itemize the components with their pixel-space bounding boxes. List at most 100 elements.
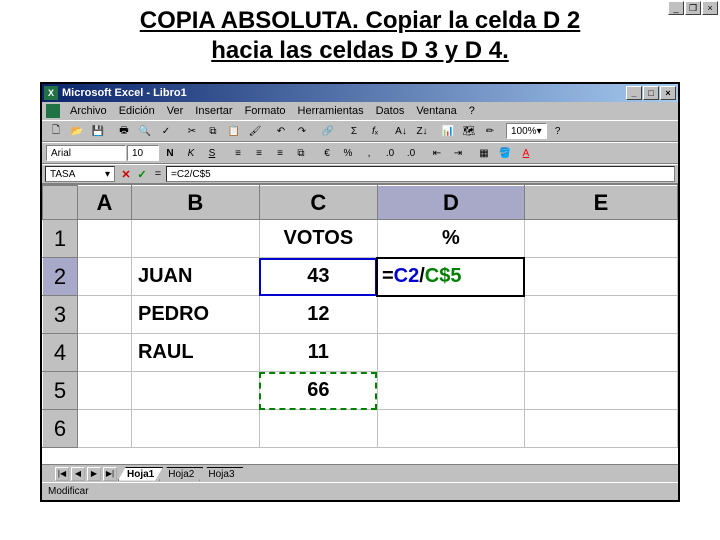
cell-c2[interactable]: 43 — [259, 258, 377, 296]
maximize-button[interactable]: □ — [643, 86, 659, 100]
underline-icon[interactable]: S — [202, 144, 222, 162]
chart-icon[interactable]: 📊 — [438, 122, 458, 140]
link-icon[interactable]: 🔗 — [318, 122, 338, 140]
menu-formato[interactable]: Formato — [240, 104, 291, 118]
cell-e1[interactable] — [524, 220, 677, 258]
save-icon[interactable]: 💾 — [88, 122, 108, 140]
select-all-corner[interactable] — [43, 186, 78, 220]
sort-asc-icon[interactable]: A↓ — [391, 122, 411, 140]
cell-b2[interactable]: JUAN — [131, 258, 259, 296]
print-icon[interactable]: 🖶 — [114, 122, 134, 140]
tab-nav-next-icon[interactable]: ▶ — [87, 467, 101, 481]
menu-ventana[interactable]: Ventana — [411, 104, 461, 118]
cell-e5[interactable] — [524, 372, 677, 410]
percent-icon[interactable]: % — [338, 144, 358, 162]
copy-icon[interactable]: ⧉ — [203, 122, 223, 140]
confirm-edit-icon[interactable]: ✓ — [134, 166, 150, 182]
cell-c5[interactable]: 66 — [259, 372, 377, 410]
help-icon[interactable]: ? — [548, 122, 568, 140]
tab-nav-last-icon[interactable]: ▶| — [103, 467, 117, 481]
cell-b6[interactable] — [131, 410, 259, 448]
currency-icon[interactable]: € — [317, 144, 337, 162]
cell-e3[interactable] — [524, 296, 677, 334]
cell-b1[interactable] — [131, 220, 259, 258]
tab-nav-first-icon[interactable]: |◀ — [55, 467, 69, 481]
font-name-box[interactable]: Arial — [46, 145, 126, 161]
cell-d1[interactable]: % — [377, 220, 524, 258]
fill-color-icon[interactable]: 🪣 — [495, 144, 515, 162]
menu-ayuda[interactable]: ? — [464, 104, 480, 118]
cell-b4[interactable]: RAUL — [131, 334, 259, 372]
cell-d4[interactable] — [377, 334, 524, 372]
cell-d5[interactable] — [377, 372, 524, 410]
row-header-1[interactable]: 1 — [43, 220, 78, 258]
menu-archivo[interactable]: Archivo — [65, 104, 112, 118]
cell-b5[interactable] — [131, 372, 259, 410]
sheet-tab-hoja1[interactable]: Hoja1 — [118, 467, 163, 481]
sum-icon[interactable]: Σ — [344, 122, 364, 140]
menu-datos[interactable]: Datos — [371, 104, 410, 118]
align-left-icon[interactable]: ≡ — [228, 144, 248, 162]
cell-a5[interactable] — [77, 372, 131, 410]
zoom-box[interactable]: 100% ▾ — [506, 123, 547, 139]
col-header-b[interactable]: B — [131, 186, 259, 220]
undo-icon[interactable]: ↶ — [271, 122, 291, 140]
cell-e4[interactable] — [524, 334, 677, 372]
name-box[interactable]: TASA ▾ — [45, 166, 115, 182]
menu-edicion[interactable]: Edición — [114, 104, 160, 118]
sort-desc-icon[interactable]: Z↓ — [412, 122, 432, 140]
cell-a4[interactable] — [77, 334, 131, 372]
bold-icon[interactable]: N — [160, 144, 180, 162]
font-size-box[interactable]: 10 — [127, 145, 159, 161]
cell-e6[interactable] — [524, 410, 677, 448]
cell-b3[interactable]: PEDRO — [131, 296, 259, 334]
map-icon[interactable]: 🗺 — [459, 122, 479, 140]
inner-minimize-button[interactable]: _ — [668, 1, 684, 15]
cell-d2-editing[interactable]: =C2/C$5 — [377, 258, 524, 296]
row-header-2[interactable]: 2 — [43, 258, 78, 296]
row-header-3[interactable]: 3 — [43, 296, 78, 334]
inner-restore-button[interactable]: ❐ — [685, 1, 701, 15]
spreadsheet-grid[interactable]: A B C D E 1 VOTOS % 2 JUAN 43 =C2/C$5 — [42, 184, 678, 464]
cell-a2[interactable] — [77, 258, 131, 296]
format-painter-icon[interactable]: 🖌 — [245, 122, 265, 140]
edit-formula-icon[interactable]: = — [150, 166, 166, 182]
italic-icon[interactable]: K — [181, 144, 201, 162]
cell-d6[interactable] — [377, 410, 524, 448]
dec-decrease-icon[interactable]: .0 — [401, 144, 421, 162]
drawing-icon[interactable]: ✏ — [480, 122, 500, 140]
cancel-edit-icon[interactable]: ✕ — [118, 166, 134, 182]
col-header-c[interactable]: C — [259, 186, 377, 220]
borders-icon[interactable]: ▦ — [474, 144, 494, 162]
col-header-d[interactable]: D — [377, 186, 524, 220]
row-header-6[interactable]: 6 — [43, 410, 78, 448]
minimize-button[interactable]: _ — [626, 86, 642, 100]
font-color-icon[interactable]: A — [516, 144, 536, 162]
menu-insertar[interactable]: Insertar — [190, 104, 237, 118]
cell-a3[interactable] — [77, 296, 131, 334]
function-icon[interactable]: fₓ — [365, 122, 385, 140]
indent-inc-icon[interactable]: ⇥ — [448, 144, 468, 162]
row-header-4[interactable]: 4 — [43, 334, 78, 372]
menu-ver[interactable]: Ver — [162, 104, 189, 118]
cell-a1[interactable] — [77, 220, 131, 258]
new-icon[interactable]: 🗋 — [46, 122, 66, 140]
close-button[interactable]: × — [660, 86, 676, 100]
col-header-a[interactable]: A — [77, 186, 131, 220]
cell-e2[interactable] — [524, 258, 677, 296]
menu-herramientas[interactable]: Herramientas — [293, 104, 369, 118]
cut-icon[interactable]: ✂ — [182, 122, 202, 140]
dec-increase-icon[interactable]: .0 — [380, 144, 400, 162]
col-header-e[interactable]: E — [524, 186, 677, 220]
comma-icon[interactable]: , — [359, 144, 379, 162]
align-right-icon[interactable]: ≡ — [270, 144, 290, 162]
inner-close-button[interactable]: × — [702, 1, 718, 15]
sheet-tab-hoja2[interactable]: Hoja2 — [159, 467, 203, 481]
paste-icon[interactable]: 📋 — [224, 122, 244, 140]
redo-icon[interactable]: ↷ — [292, 122, 312, 140]
row-header-5[interactable]: 5 — [43, 372, 78, 410]
sheet-tab-hoja3[interactable]: Hoja3 — [199, 467, 243, 481]
cell-c4[interactable]: 11 — [259, 334, 377, 372]
formula-input[interactable]: =C2/C$5 — [166, 166, 675, 182]
spell-icon[interactable]: ✓ — [156, 122, 176, 140]
